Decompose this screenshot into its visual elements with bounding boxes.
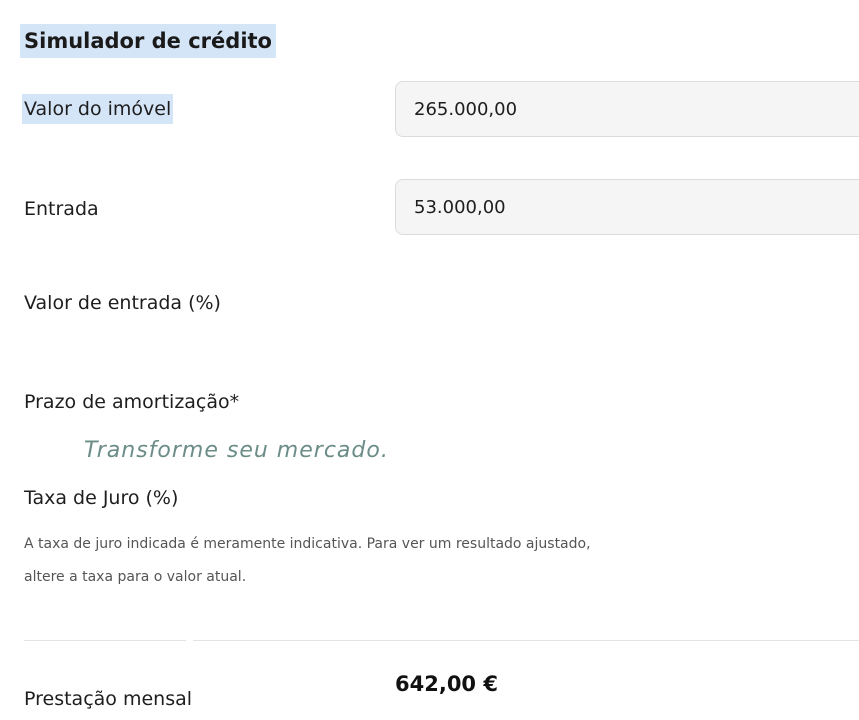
down-payment-input[interactable] (395, 179, 859, 235)
monthly-payment-label: Prestação mensal (24, 688, 193, 710)
divider-right (193, 640, 859, 641)
page-title: Simulador de crédito (20, 24, 276, 58)
interest-rate-label: Taxa de Juro (%) (24, 487, 179, 509)
amortization-term-label: Prazo de amortização* (24, 391, 240, 413)
interest-rate-note-line1: A taxa de juro indicada é meramente indi… (24, 536, 591, 552)
divider-left (24, 640, 186, 641)
property-value-input[interactable] (395, 81, 859, 137)
property-value-label: Valor do imóvel (22, 94, 174, 124)
down-payment-percent-label: Valor de entrada (%) (24, 292, 221, 314)
monthly-payment-value: 642,00 € (395, 672, 498, 696)
interest-rate-note-line2: altere a taxa para o valor atual. (24, 569, 247, 585)
watermark-text: Transforme seu mercado. (84, 438, 389, 463)
down-payment-label: Entrada (24, 198, 99, 220)
